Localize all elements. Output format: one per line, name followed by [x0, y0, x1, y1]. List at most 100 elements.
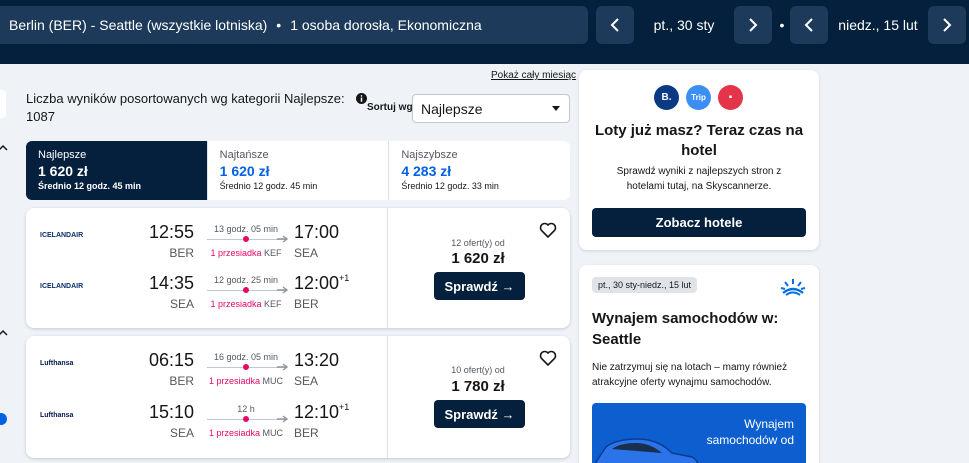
tab-best[interactable]: Najlepsze 1 620 zł Średnio 12 godz. 45 m…	[26, 141, 208, 200]
arrival-airport: BER	[294, 297, 319, 311]
return-date[interactable]: niedz., 15 lut	[828, 6, 928, 44]
passengers-text: 1 osoba dorosła, Ekonomiczna	[290, 17, 482, 33]
stops-info: 1 przesiadka MUC	[208, 428, 284, 438]
departure-time: 15:10	[148, 402, 194, 422]
search-summary[interactable]: Berlin (BER) - Seattle (wszystkie lotnis…	[0, 6, 588, 44]
plane-icon	[277, 363, 288, 371]
flight-card[interactable]: ICELANDAIR 12:55 BER 13 godz. 05 min 1 p…	[26, 208, 570, 328]
airline-logo: Lufthansa	[40, 360, 74, 367]
departure-airport: BER	[169, 246, 194, 260]
caret-down-icon	[552, 106, 560, 111]
partner-logo-trip: Trip	[686, 85, 711, 110]
arrival-airport: SEA	[294, 246, 319, 260]
hotel-ad-title: Loty już masz? Teraz czas na hotel	[594, 122, 804, 159]
plane-icon	[277, 286, 288, 294]
sunrise-logo-icon	[780, 279, 806, 296]
departure-airport: SEA	[169, 297, 194, 311]
tab-price: 1 620 zł	[219, 163, 270, 179]
stop-marker	[243, 236, 249, 242]
sort-label: Sortuj wg	[367, 102, 413, 113]
results-count: Liczba wyników posortowanych wg kategori…	[26, 91, 345, 124]
tab-average: Średnio 12 godz. 33 min	[401, 181, 499, 191]
car-image	[594, 438, 699, 463]
offers-count: 10 ofert(y) od	[451, 365, 505, 375]
arrival-time: 12:00+1	[294, 273, 350, 293]
outbound-leg: ICELANDAIR 12:55 BER 13 godz. 05 min 1 p…	[26, 222, 387, 268]
return-leg: Lufthansa 15:10 SEA 12 h 1 przesiadka MU…	[26, 402, 387, 448]
sort-select[interactable]: Najlepsze	[412, 94, 570, 123]
car-rental-banner[interactable]: Wynajem samochodów od	[592, 403, 806, 463]
tab-label: Najtańsze	[219, 149, 269, 161]
next-return-date-button[interactable]	[928, 6, 966, 44]
departure-time: 12:55	[148, 222, 194, 242]
arrival-time: 13:20	[294, 350, 340, 370]
chevron-up-icon[interactable]	[0, 328, 8, 338]
stops-info: 1 przesiadka KEF	[210, 248, 282, 258]
flight-price: 1 620 zł	[451, 250, 505, 267]
info-icon[interactable]	[356, 93, 367, 104]
chevron-right-icon	[749, 18, 758, 32]
arrival-time: 17:00	[294, 222, 340, 242]
sort-value: Najlepsze	[421, 100, 483, 117]
tab-price: 4 283 zł	[401, 163, 452, 179]
select-flight-button[interactable]: Sprawdź →	[434, 272, 525, 300]
stop-marker	[243, 364, 249, 370]
heart-icon[interactable]	[539, 221, 557, 239]
departure-time: 14:35	[148, 273, 194, 293]
tab-average: Średnio 12 godz. 45 min	[219, 181, 318, 191]
next-depart-date-button[interactable]	[734, 6, 772, 44]
tab-label: Najszybsze	[401, 149, 458, 161]
select-flight-button[interactable]: Sprawdź →	[434, 400, 525, 428]
hotel-ad-card: B. Trip ▪ Loty już masz? Teraz czas na h…	[579, 70, 819, 250]
flight-price: 1 780 zł	[451, 378, 505, 395]
chevron-up-icon[interactable]	[0, 143, 8, 153]
filter-toggle[interactable]	[0, 413, 7, 425]
airline-logo: ICELANDAIR	[40, 283, 84, 290]
separator-dot: •	[276, 17, 282, 33]
flight-duration: 16 godz. 05 min	[213, 352, 279, 362]
outbound-leg: Lufthansa 06:15 BER 16 godz. 05 min 1 pr…	[26, 350, 387, 396]
sort-tabs: Najlepsze 1 620 zł Średnio 12 godz. 45 m…	[26, 141, 570, 200]
car-ad-title: Wynajem samochodów w: Seattle	[592, 310, 779, 348]
chevron-left-icon	[804, 18, 813, 32]
date-separator: •	[779, 17, 785, 33]
chevron-left-icon	[610, 18, 619, 32]
top-header: Berlin (BER) - Seattle (wszystkie lotnis…	[0, 0, 969, 64]
arrival-airport: BER	[294, 426, 319, 440]
flight-duration: 13 godz. 05 min	[213, 224, 279, 234]
partner-logo-booking: B.	[654, 85, 679, 110]
departure-airport: BER	[169, 374, 194, 388]
chevron-right-icon	[943, 18, 952, 32]
plane-icon	[277, 415, 288, 423]
prev-depart-date-button[interactable]	[596, 6, 634, 44]
offers-count: 12 ofert(y) od	[451, 238, 505, 248]
stops-info: 1 przesiadka MUC	[208, 376, 284, 386]
tab-average: Średnio 12 godz. 45 min	[38, 181, 142, 191]
tab-label: Najlepsze	[38, 149, 87, 161]
car-ad-description: Nie zatrzymuj się na lotach – mamy równi…	[592, 362, 788, 388]
depart-date[interactable]: pt., 30 sty	[634, 6, 734, 44]
flight-duration: 12 godz. 25 min	[213, 275, 279, 285]
tab-cheapest[interactable]: Najtańsze 1 620 zł Średnio 12 godz. 45 m…	[208, 141, 390, 200]
stop-marker	[243, 416, 249, 422]
stops-info: 1 przesiadka KEF	[210, 299, 282, 309]
filters-panel-edge[interactable]	[0, 90, 6, 118]
tab-price: 1 620 zł	[38, 163, 88, 179]
airline-logo: Lufthansa	[40, 412, 74, 419]
car-banner-text: Wynajem samochodów od	[706, 417, 794, 447]
flight-duration: 12 h	[237, 404, 255, 414]
partner-logo-agoda: ▪	[718, 85, 743, 110]
arrival-time: 12:10+1	[294, 402, 350, 422]
car-rental-ad-card: pt., 30 sty-niedz., 15 lut Wynajem samoc…	[579, 265, 819, 463]
departure-time: 06:15	[148, 350, 194, 370]
prev-return-date-button[interactable]	[790, 6, 828, 44]
tab-fastest[interactable]: Najszybsze 4 283 zł Średnio 12 godz. 33 …	[389, 141, 570, 200]
arrival-airport: SEA	[294, 374, 319, 388]
airline-logo: ICELANDAIR	[40, 232, 84, 239]
flight-card[interactable]: Lufthansa 06:15 BER 16 godz. 05 min 1 pr…	[26, 336, 570, 458]
route-text: Berlin (BER) - Seattle (wszystkie lotnis…	[9, 17, 268, 33]
show-whole-month-link[interactable]: Pokaż cały miesiąc	[491, 70, 576, 81]
hotel-ad-description: Sprawdź wyniki z najlepszych stron z hot…	[616, 166, 782, 192]
see-hotels-button[interactable]: Zobacz hotele	[592, 208, 806, 237]
departure-airport: SEA	[169, 426, 194, 440]
